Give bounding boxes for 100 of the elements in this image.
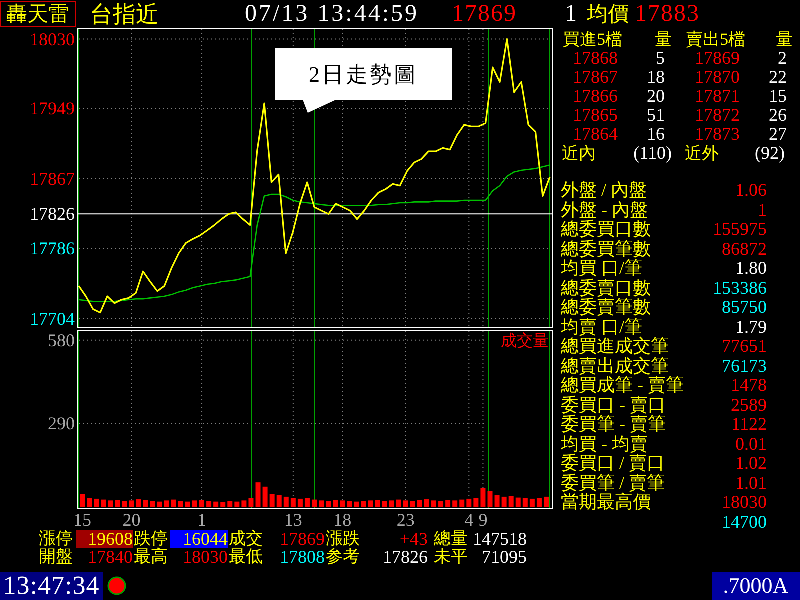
volume-bar xyxy=(304,498,310,507)
volume-bar xyxy=(298,498,303,507)
axis-label: 20 xyxy=(122,510,141,529)
stat-label: 均賣 口/筆 xyxy=(561,318,644,336)
axis-label: 18 xyxy=(334,510,352,529)
stat-value: 2589 xyxy=(730,396,767,415)
stat-label: 外盤 / 內盤 xyxy=(561,181,648,200)
stat-value: 0.01 xyxy=(734,434,767,454)
bid-quantity: 5 xyxy=(655,49,666,68)
volume-bar xyxy=(424,500,430,507)
volume-bar xyxy=(94,498,100,507)
volume-bar xyxy=(432,500,436,507)
stat-value: 14700 xyxy=(721,512,767,532)
ask-quantity: 22 xyxy=(768,68,788,87)
volume-bar xyxy=(150,501,156,507)
last-price: 17869 xyxy=(451,2,517,26)
stat-label: 委買口 - 賣口 xyxy=(561,396,667,414)
volume-bar xyxy=(544,496,549,507)
volume-bar xyxy=(396,500,402,507)
ask-price: 17873 xyxy=(694,125,741,144)
stat-value: 18030 xyxy=(721,493,767,512)
field-value: +43 xyxy=(398,530,428,548)
ask-price: 17871 xyxy=(694,87,741,106)
stat-label: 均買 口/筆 xyxy=(561,259,644,278)
stat-label: 外盤 - 內盤 xyxy=(561,200,649,220)
volume-bar xyxy=(410,501,416,507)
volume-bar xyxy=(290,498,296,507)
volume-bar xyxy=(417,500,422,507)
axis-label: 17786 xyxy=(30,238,75,258)
field-value: 17869 xyxy=(279,530,325,548)
volume-bar xyxy=(494,496,500,507)
volume-bar xyxy=(228,501,233,507)
ask-quantity: 2 xyxy=(777,49,788,68)
volume-bar xyxy=(403,500,408,507)
ask-price: 17870 xyxy=(694,68,741,87)
bid-price: 17865 xyxy=(572,106,619,125)
volume-bar xyxy=(452,500,458,507)
volume-bar xyxy=(234,502,240,507)
volume-bar xyxy=(143,500,148,507)
summary-value: (110) xyxy=(632,144,672,163)
volume-bar xyxy=(354,502,360,507)
volume-bar xyxy=(115,500,120,507)
stat-value: 1.02 xyxy=(734,454,767,474)
column-heading: 賣出5檔 xyxy=(685,30,746,49)
volume-bar xyxy=(312,500,317,507)
volume-bar xyxy=(347,501,352,507)
summary-value: (92) xyxy=(754,144,786,163)
volume-bar xyxy=(319,500,324,507)
stat-value: 1.80 xyxy=(734,259,767,278)
axis-label: 17704 xyxy=(30,308,75,329)
volume-bar xyxy=(480,488,486,507)
axis-label: 17867 xyxy=(30,169,75,190)
volume-bar xyxy=(516,498,521,507)
ask-quantity: 27 xyxy=(768,125,788,144)
volume-bar xyxy=(185,502,190,507)
volume-bar xyxy=(333,500,338,507)
field-value: 16044 xyxy=(170,530,228,548)
bid-quantity: 18 xyxy=(646,68,666,87)
field-value: 18030 xyxy=(182,548,228,566)
volume-bar xyxy=(136,500,142,507)
stat-label: 委買筆 / 賣筆 xyxy=(561,474,666,492)
volume-bar xyxy=(214,502,219,507)
stat-label: 總賣出成交筆 xyxy=(561,356,670,376)
field-label: 成交 xyxy=(228,530,264,548)
field-value: 17840 xyxy=(87,548,133,566)
bid-price: 17864 xyxy=(572,125,619,144)
stat-value: 76173 xyxy=(721,356,767,376)
volume-bar xyxy=(340,500,346,507)
field-label: 漲跌 xyxy=(325,530,361,548)
stat-label: 總委賣口數 xyxy=(561,278,652,298)
volume-bar xyxy=(466,498,472,507)
field-label: 最低 xyxy=(228,548,264,566)
volume-bar xyxy=(122,501,128,507)
ask-price: 17872 xyxy=(694,106,741,125)
volume-bar xyxy=(192,500,198,507)
tick-volume: 1 xyxy=(564,2,577,26)
bid-price: 17867 xyxy=(572,68,619,87)
stat-value: 1 xyxy=(757,200,767,220)
bid-quantity: 20 xyxy=(646,87,666,106)
field-label: 未平 xyxy=(433,548,469,566)
clock: 13:47:34 xyxy=(0,572,103,600)
bid-quantity: 16 xyxy=(646,125,666,144)
field-label: 跌停 xyxy=(133,530,169,548)
stat-label: 委買口 / 賣口 xyxy=(561,454,666,474)
stat-label: 委買筆 - 賣筆 xyxy=(561,415,667,434)
stat-value: 1478 xyxy=(730,376,767,396)
summary-label: 近外 xyxy=(684,144,720,163)
chart-title: 2日走勢圖 xyxy=(309,62,418,87)
field-value: 17826 xyxy=(382,548,428,566)
stat-label: 均買 - 均賣 xyxy=(561,434,649,454)
volume-bar xyxy=(522,498,528,507)
volume-bar xyxy=(508,496,514,507)
volume-bar xyxy=(488,491,493,507)
volume-bar xyxy=(382,501,388,507)
stat-value: 1.01 xyxy=(734,474,767,493)
volume-bar xyxy=(474,498,479,507)
stat-value: 77651 xyxy=(721,337,767,356)
average-price: 17883 xyxy=(635,2,700,26)
stat-value: 1122 xyxy=(730,415,767,434)
axis-label: 9 xyxy=(478,510,488,529)
